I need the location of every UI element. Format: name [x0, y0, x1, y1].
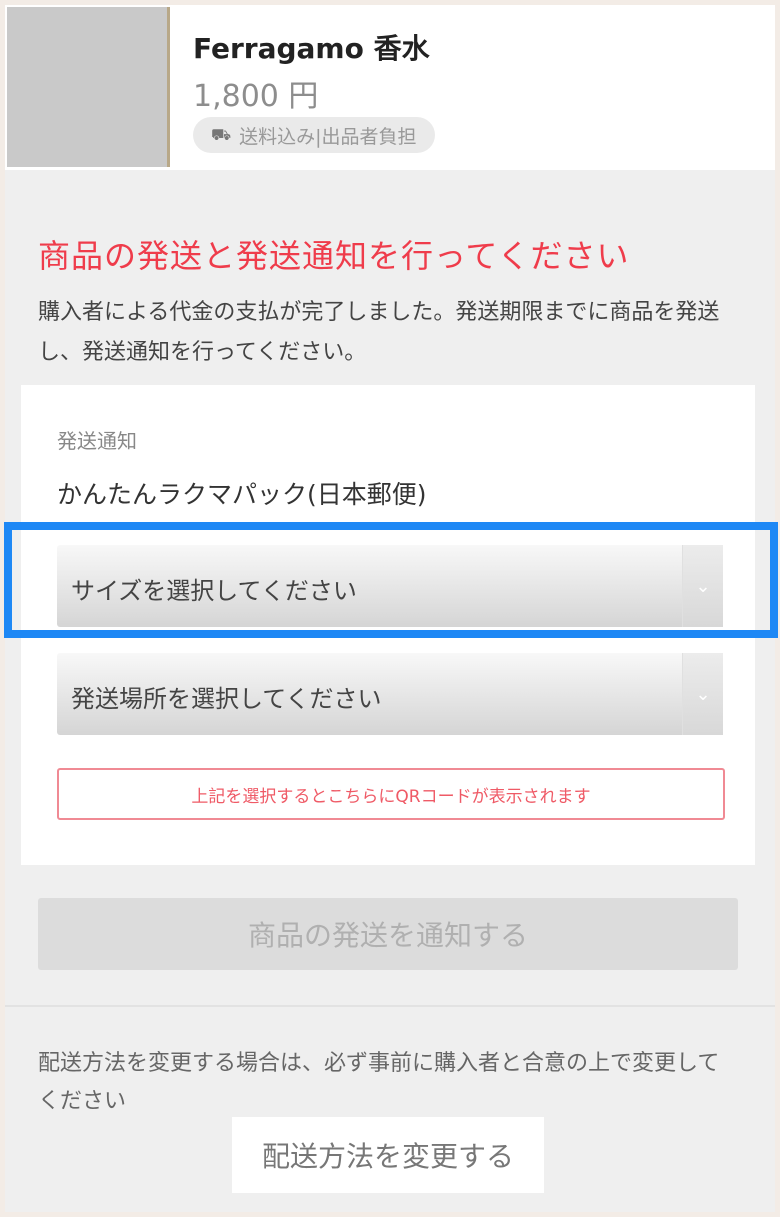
item-card[interactable]: Ferragamo 香水 1,800 円 ⛟ 送料込み|出品者負担 — [5, 5, 775, 170]
shipping-tag: ⛟ 送料込み|出品者負担 — [193, 117, 435, 153]
selection-highlight — [4, 522, 778, 638]
place-select-label: 発送場所を選択してください — [71, 685, 382, 713]
panel-label: 発送通知 — [57, 429, 137, 453]
divider — [5, 1005, 775, 1007]
change-method-note: 配送方法を変更する場合は、必ず事前に購入者と合意の上で変更してください — [38, 1051, 720, 1114]
shipping-tag-label: 送料込み|出品者負担 — [239, 125, 417, 148]
truck-icon: ⛟ — [211, 124, 232, 144]
change-method-button[interactable]: 配送方法を変更する — [232, 1117, 544, 1193]
qr-code-note: 上記を選択するとこちらにQRコードが表示されます — [57, 768, 725, 820]
item-price: 1,800 円 — [193, 79, 319, 114]
alert-title: 商品の発送と発送通知を行ってください — [38, 237, 630, 275]
chevron-down-icon: ⌄ — [682, 653, 723, 735]
shipping-method: かんたんラクマパック(日本郵便) — [57, 480, 427, 509]
item-name: Ferragamo 香水 — [193, 32, 430, 65]
notify-shipment-button[interactable]: 商品の発送を通知する — [38, 898, 738, 970]
place-select[interactable]: 発送場所を選択してください ⌄ — [57, 653, 723, 735]
alert-description: 購入者による代金の支払が完了しました。発送期限までに商品を発送し、発送通知を行っ… — [38, 300, 720, 365]
item-thumbnail — [7, 7, 170, 167]
